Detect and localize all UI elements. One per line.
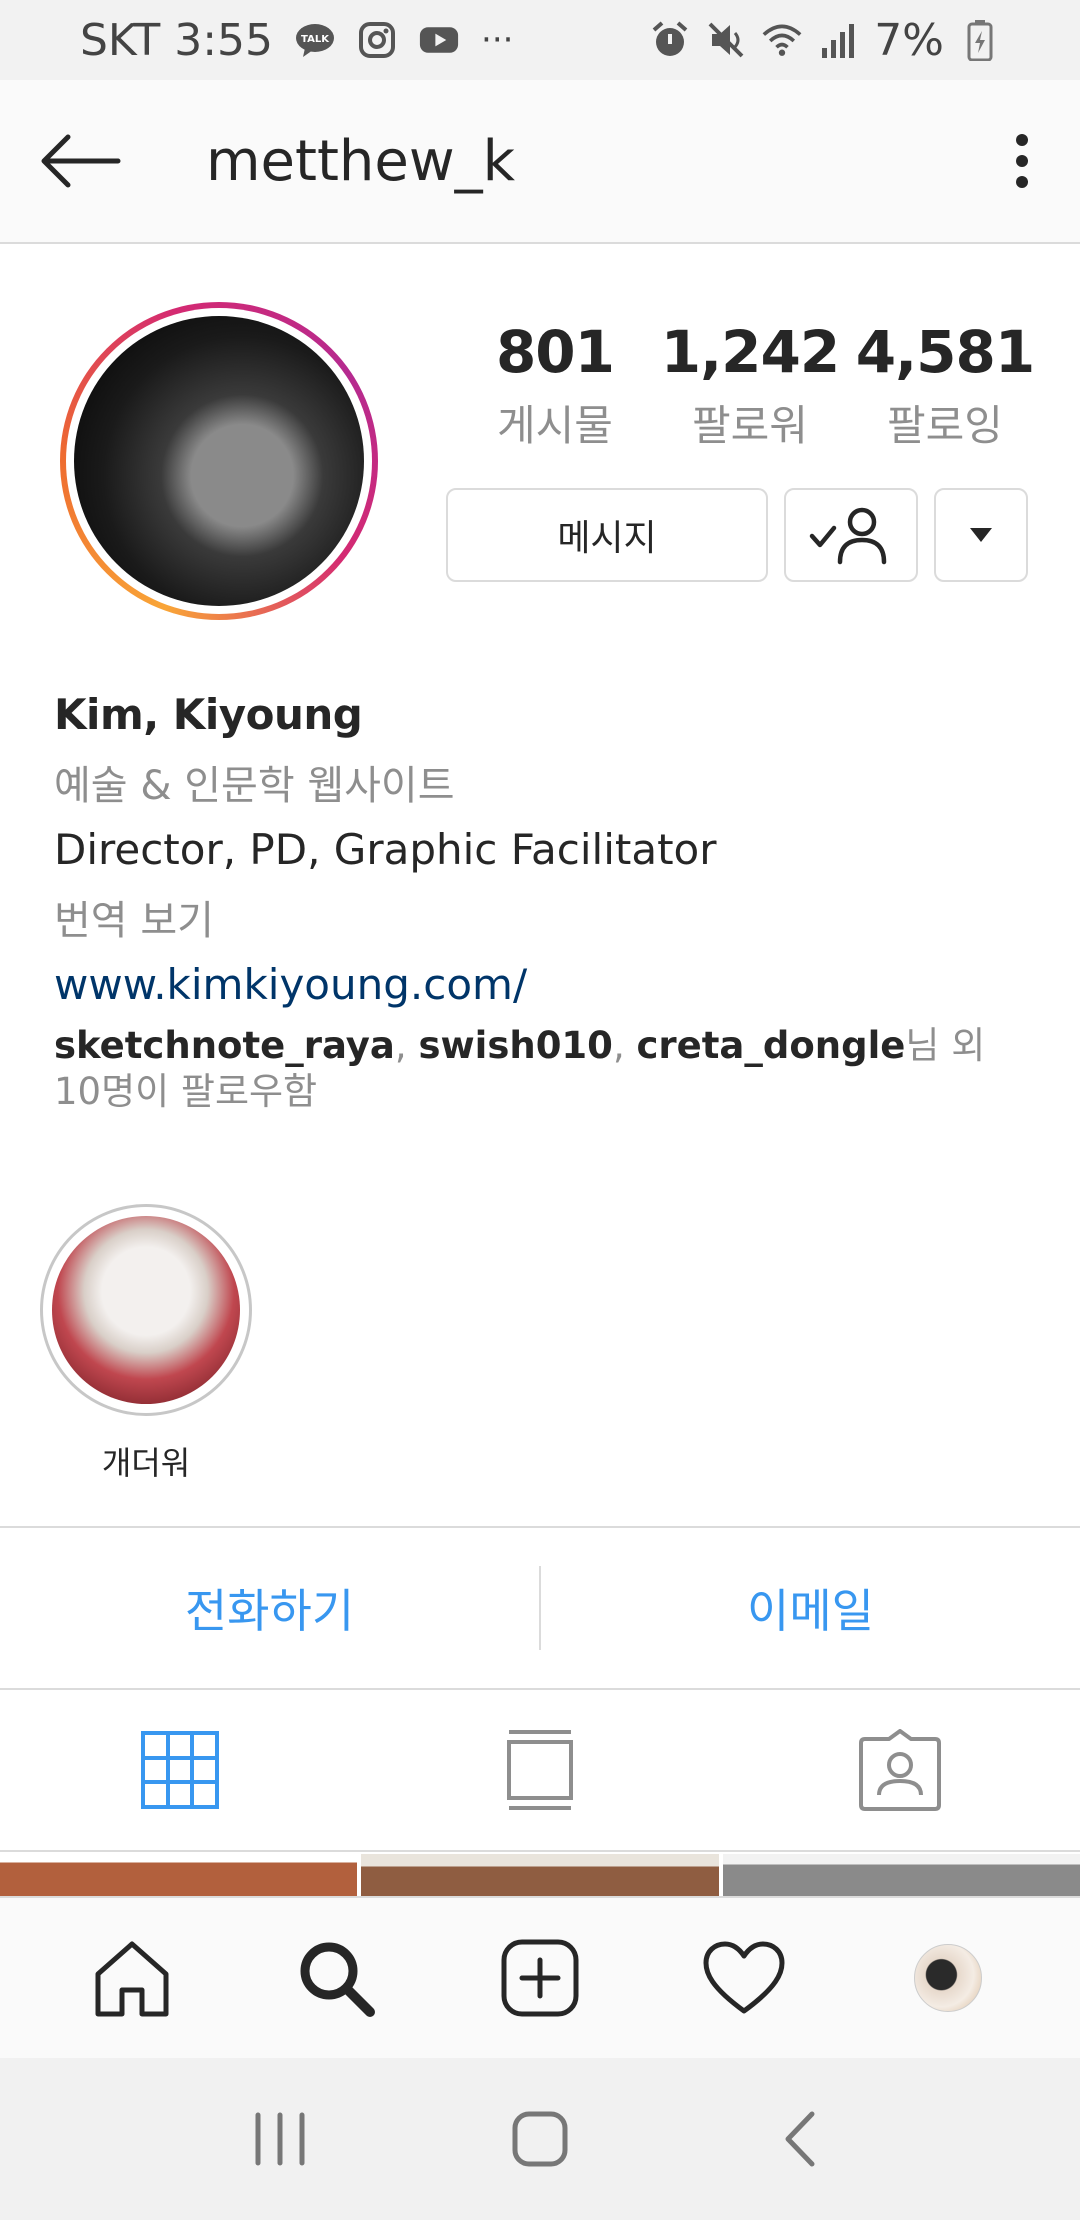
- battery-percent: 7%: [874, 14, 944, 66]
- suggestions-dropdown-button[interactable]: [934, 488, 1028, 582]
- nav-activity[interactable]: [689, 1923, 799, 2033]
- bio-description: Director, PD, Graphic Facilitator: [54, 825, 717, 874]
- tab-grid[interactable]: [0, 1690, 360, 1850]
- stat-followers[interactable]: 1,242 팔로워: [655, 318, 845, 453]
- nav-home[interactable]: [77, 1923, 187, 2033]
- message-button[interactable]: 메시지: [446, 488, 768, 582]
- full-name: Kim, Kiyoung: [54, 690, 363, 739]
- instagram-icon: [357, 20, 397, 60]
- profile-bio: Kim, Kiyoung 예술 & 인문학 웹사이트 Director, PD,…: [54, 690, 1034, 1115]
- tagged-user-icon: [859, 1729, 941, 1811]
- followed-by-user-2: swish010: [418, 1024, 613, 1067]
- profile-username: metthew_k: [206, 128, 516, 194]
- add-post-icon: [501, 1939, 579, 2017]
- alarm-icon: [650, 20, 690, 60]
- recent-apps-icon[interactable]: [230, 2089, 330, 2189]
- call-button[interactable]: 전화하기: [0, 1528, 539, 1688]
- nav-new-post[interactable]: [485, 1923, 595, 2033]
- profile-category: 예술 & 인문학 웹사이트: [54, 763, 455, 809]
- stat-posts-label: 게시물: [497, 401, 613, 450]
- carrier-time: SKT 3:55: [80, 14, 274, 66]
- svg-text:TALK: TALK: [301, 34, 330, 45]
- battery-icon: [960, 20, 1000, 61]
- followed-by-user-3: creta_dongle: [636, 1024, 906, 1067]
- more-options-icon[interactable]: [1002, 129, 1042, 193]
- profile-stats: 801 게시물 1,242 팔로워 4,581 팔로잉: [460, 318, 1040, 453]
- posts-grid: [0, 1854, 1080, 1896]
- caret-down-icon: [970, 528, 992, 542]
- profile-view-tabs: [0, 1690, 1080, 1852]
- wifi-icon: [762, 20, 802, 60]
- followed-by-text[interactable]: sketchnote_raya, swish010, creta_dongle님…: [54, 1023, 1034, 1115]
- profile-avatar[interactable]: [60, 302, 378, 620]
- overflow-notifications: ···: [481, 20, 514, 60]
- post-thumbnail[interactable]: [722, 1854, 1080, 1896]
- followed-user-icon: [809, 507, 887, 565]
- stat-followers-label: 팔로워: [692, 401, 808, 450]
- signal-icon: [818, 20, 858, 60]
- talk-icon: TALK: [295, 20, 335, 60]
- highlight-cover: [52, 1216, 240, 1404]
- stat-following[interactable]: 4,581 팔로잉: [850, 318, 1040, 453]
- story-highlight[interactable]: 개더워: [40, 1204, 252, 1484]
- post-thumbnail[interactable]: [361, 1854, 719, 1896]
- email-button[interactable]: 이메일: [541, 1528, 1080, 1688]
- stat-following-count: 4,581: [855, 318, 1035, 386]
- following-button[interactable]: [784, 488, 918, 582]
- see-translation-link[interactable]: 번역 보기: [54, 888, 1034, 946]
- contact-options: 전화하기 이메일: [0, 1526, 1080, 1690]
- stat-followers-count: 1,242: [660, 318, 840, 386]
- feed-icon: [507, 1730, 573, 1810]
- home-icon: [95, 1941, 169, 2017]
- tab-feed[interactable]: [360, 1690, 720, 1850]
- search-icon: [300, 1942, 375, 2017]
- status-bar: SKT 3:55 TALK ··· 7%: [0, 0, 1080, 80]
- avatar-photo: [74, 316, 364, 606]
- home-system-icon[interactable]: [490, 2089, 590, 2189]
- tab-tagged[interactable]: [720, 1690, 1080, 1850]
- own-avatar: [914, 1944, 982, 2012]
- stat-following-label: 팔로잉: [887, 401, 1003, 450]
- nav-search[interactable]: [281, 1923, 391, 2033]
- back-arrow-icon[interactable]: [38, 129, 122, 193]
- youtube-icon: [419, 20, 459, 60]
- grid-icon: [141, 1731, 219, 1809]
- followed-by-user-1: sketchnote_raya: [54, 1024, 395, 1067]
- stat-posts-count: 801: [495, 318, 615, 386]
- highlight-label: 개더워: [101, 1444, 191, 1482]
- mute-icon: [706, 20, 746, 60]
- website-link[interactable]: www.kimkiyoung.com/: [54, 960, 1034, 1009]
- stat-posts[interactable]: 801 게시물: [460, 318, 650, 453]
- post-thumbnail[interactable]: [0, 1854, 358, 1896]
- heart-icon: [703, 1941, 785, 2014]
- back-system-icon[interactable]: [750, 2089, 850, 2189]
- nav-profile[interactable]: [893, 1923, 1003, 2033]
- app-bar: metthew_k: [0, 80, 1080, 244]
- system-navigation-bar: [0, 2058, 1080, 2220]
- profile-actions: 메시지: [446, 488, 1028, 582]
- bottom-navigation: [0, 1896, 1080, 2058]
